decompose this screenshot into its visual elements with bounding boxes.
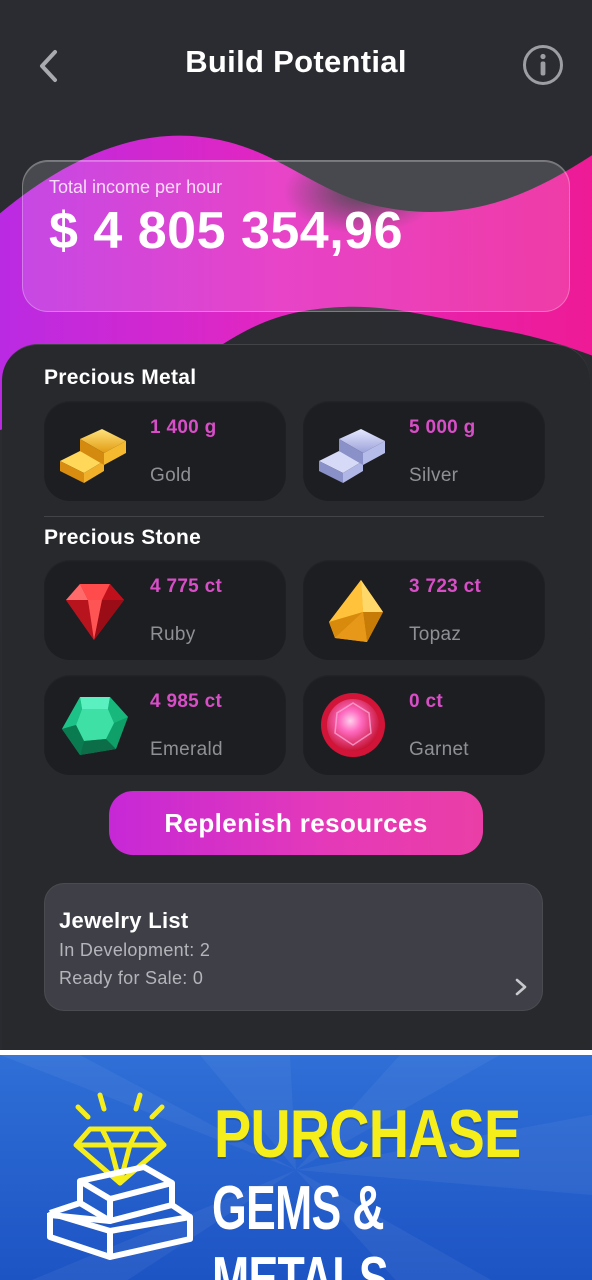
income-card: Total income per hour $ 4 805 354,96 [22,160,570,312]
resource-tile-silver[interactable]: 5 000 g Silver [303,401,545,501]
replenish-resources-button[interactable]: Replenish resources [109,791,483,855]
jewelry-list-card[interactable]: Jewelry List In Development: 2 Ready for… [44,883,543,1011]
promo-banner: PURCHASE GEMS & METALS [0,1050,592,1280]
resource-name: Ruby [150,624,196,645]
resource-tile-garnet[interactable]: 0 ct Garnet [303,675,545,775]
emerald-gem-icon [62,697,128,755]
page-title: Build Potential [185,44,407,79]
resource-name: Gold [150,465,192,486]
app-screen: Build Potential Total income per hour $ … [0,0,592,1050]
precious-stone-heading: Precious Stone [44,526,202,549]
ready-for-sale-count: Ready for Sale: 0 [59,968,204,988]
resource-amount: 1 400 g [150,417,217,438]
info-icon[interactable] [522,44,564,86]
banner-headline: PURCHASE [214,1096,521,1172]
jewelry-list-title: Jewelry List [59,908,189,933]
section-divider [44,516,544,517]
silver-bars-icon [319,429,385,483]
resource-tile-topaz[interactable]: 3 723 ct Topaz [303,560,545,660]
resource-amount: 4 985 ct [150,691,223,712]
top-bar: Build Potential [0,0,592,130]
resource-amount: 0 ct [409,691,443,712]
resource-amount: 5 000 g [409,417,476,438]
income-value: $ 4 805 354,96 [49,202,403,260]
resource-tile-gold[interactable]: 1 400 g Gold [44,401,286,501]
topaz-gem-icon [329,580,383,642]
resource-name: Silver [409,465,459,486]
ruby-gem-icon [66,584,124,640]
in-development-count: In Development: 2 [59,940,211,960]
resource-name: Topaz [409,624,462,645]
resource-tile-ruby[interactable]: 4 775 ct Ruby [44,560,286,660]
income-label: Total income per hour [49,177,223,197]
banner-subheadline: GEMS & METALS [212,1174,389,1280]
precious-metal-heading: Precious Metal [44,366,197,389]
resource-amount: 3 723 ct [409,576,482,597]
gem-on-bars-icon [47,1092,193,1260]
resource-tile-emerald[interactable]: 4 985 ct Emerald [44,675,286,775]
resource-name: Garnet [409,739,469,760]
resource-amount: 4 775 ct [150,576,223,597]
resource-name: Emerald [150,739,223,760]
garnet-gem-icon [321,693,385,757]
gold-bars-icon [60,429,126,483]
chevron-right-icon [515,978,527,996]
